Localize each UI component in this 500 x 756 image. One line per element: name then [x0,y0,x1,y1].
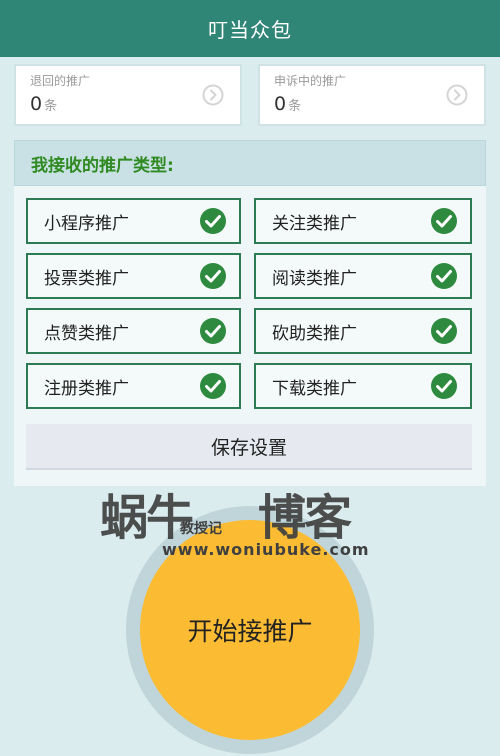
promotion-type-item[interactable]: 阅读类推广 [254,253,472,299]
check-circle-icon[interactable] [430,207,458,235]
promotion-type-label: 注册类推广 [44,378,129,399]
chevron-right-circle-icon[interactable] [446,84,468,106]
promotion-type-grid: 小程序推广 关注类推广 投票类推广 阅读类推广 点赞类推广 砍助类推广 注册类推… [26,198,472,409]
stat-unit: 条 [288,99,302,114]
watermark-title: 蜗牛 博客 [100,478,352,548]
promotion-type-item[interactable]: 注册类推广 [26,363,241,409]
promotion-type-item[interactable]: 下载类推广 [254,363,472,409]
watermark-text-left: 蜗牛 [100,490,194,546]
watermark-small-text: 教授记 [180,521,222,537]
promotion-type-label: 下载类推广 [272,378,357,399]
chevron-right-circle-icon[interactable] [202,84,224,106]
check-circle-icon[interactable] [199,262,227,290]
promotion-type-label: 投票类推广 [44,268,129,289]
promotion-type-label: 阅读类推广 [272,268,357,289]
promotion-type-item[interactable]: 小程序推广 [26,198,241,244]
stat-card-appealing[interactable]: 申诉中的推广 0条 [258,64,486,126]
watermark-url: www.woniubuke.com [162,540,370,559]
check-circle-icon[interactable] [430,317,458,345]
save-settings-button[interactable]: 保存设置 [26,424,472,470]
app-header: 叮当众包 [0,0,500,57]
check-circle-icon[interactable] [430,372,458,400]
check-circle-icon[interactable] [430,262,458,290]
stat-number: 0 [274,93,287,115]
check-circle-icon[interactable] [199,317,227,345]
app-title: 叮当众包 [208,18,292,42]
stat-unit: 条 [44,99,58,114]
stat-number: 0 [30,93,43,115]
promotion-type-label: 小程序推广 [44,213,129,234]
check-circle-icon[interactable] [199,207,227,235]
watermark: 蜗牛 博客 教授记 www.woniubuke.com [100,478,400,570]
promotion-type-item[interactable]: 投票类推广 [26,253,241,299]
promotion-types-panel: 我接收的推广类型: 小程序推广 关注类推广 投票类推广 阅读类推广 点赞类推广 … [14,140,486,486]
promotion-type-item[interactable]: 关注类推广 [254,198,472,244]
watermark-text-right: 博客 [258,490,352,546]
promotion-type-label: 点赞类推广 [44,323,129,344]
panel-title: 我接收的推广类型: [14,140,486,186]
promotion-type-item[interactable]: 砍助类推广 [254,308,472,354]
stat-card-returned[interactable]: 退回的推广 0条 [14,64,242,126]
promotion-type-label: 关注类推广 [272,213,357,234]
check-circle-icon[interactable] [199,372,227,400]
promotion-type-item[interactable]: 点赞类推广 [26,308,241,354]
promotion-type-label: 砍助类推广 [272,323,357,344]
stats-row: 退回的推广 0条 申诉中的推广 0条 [14,64,486,126]
